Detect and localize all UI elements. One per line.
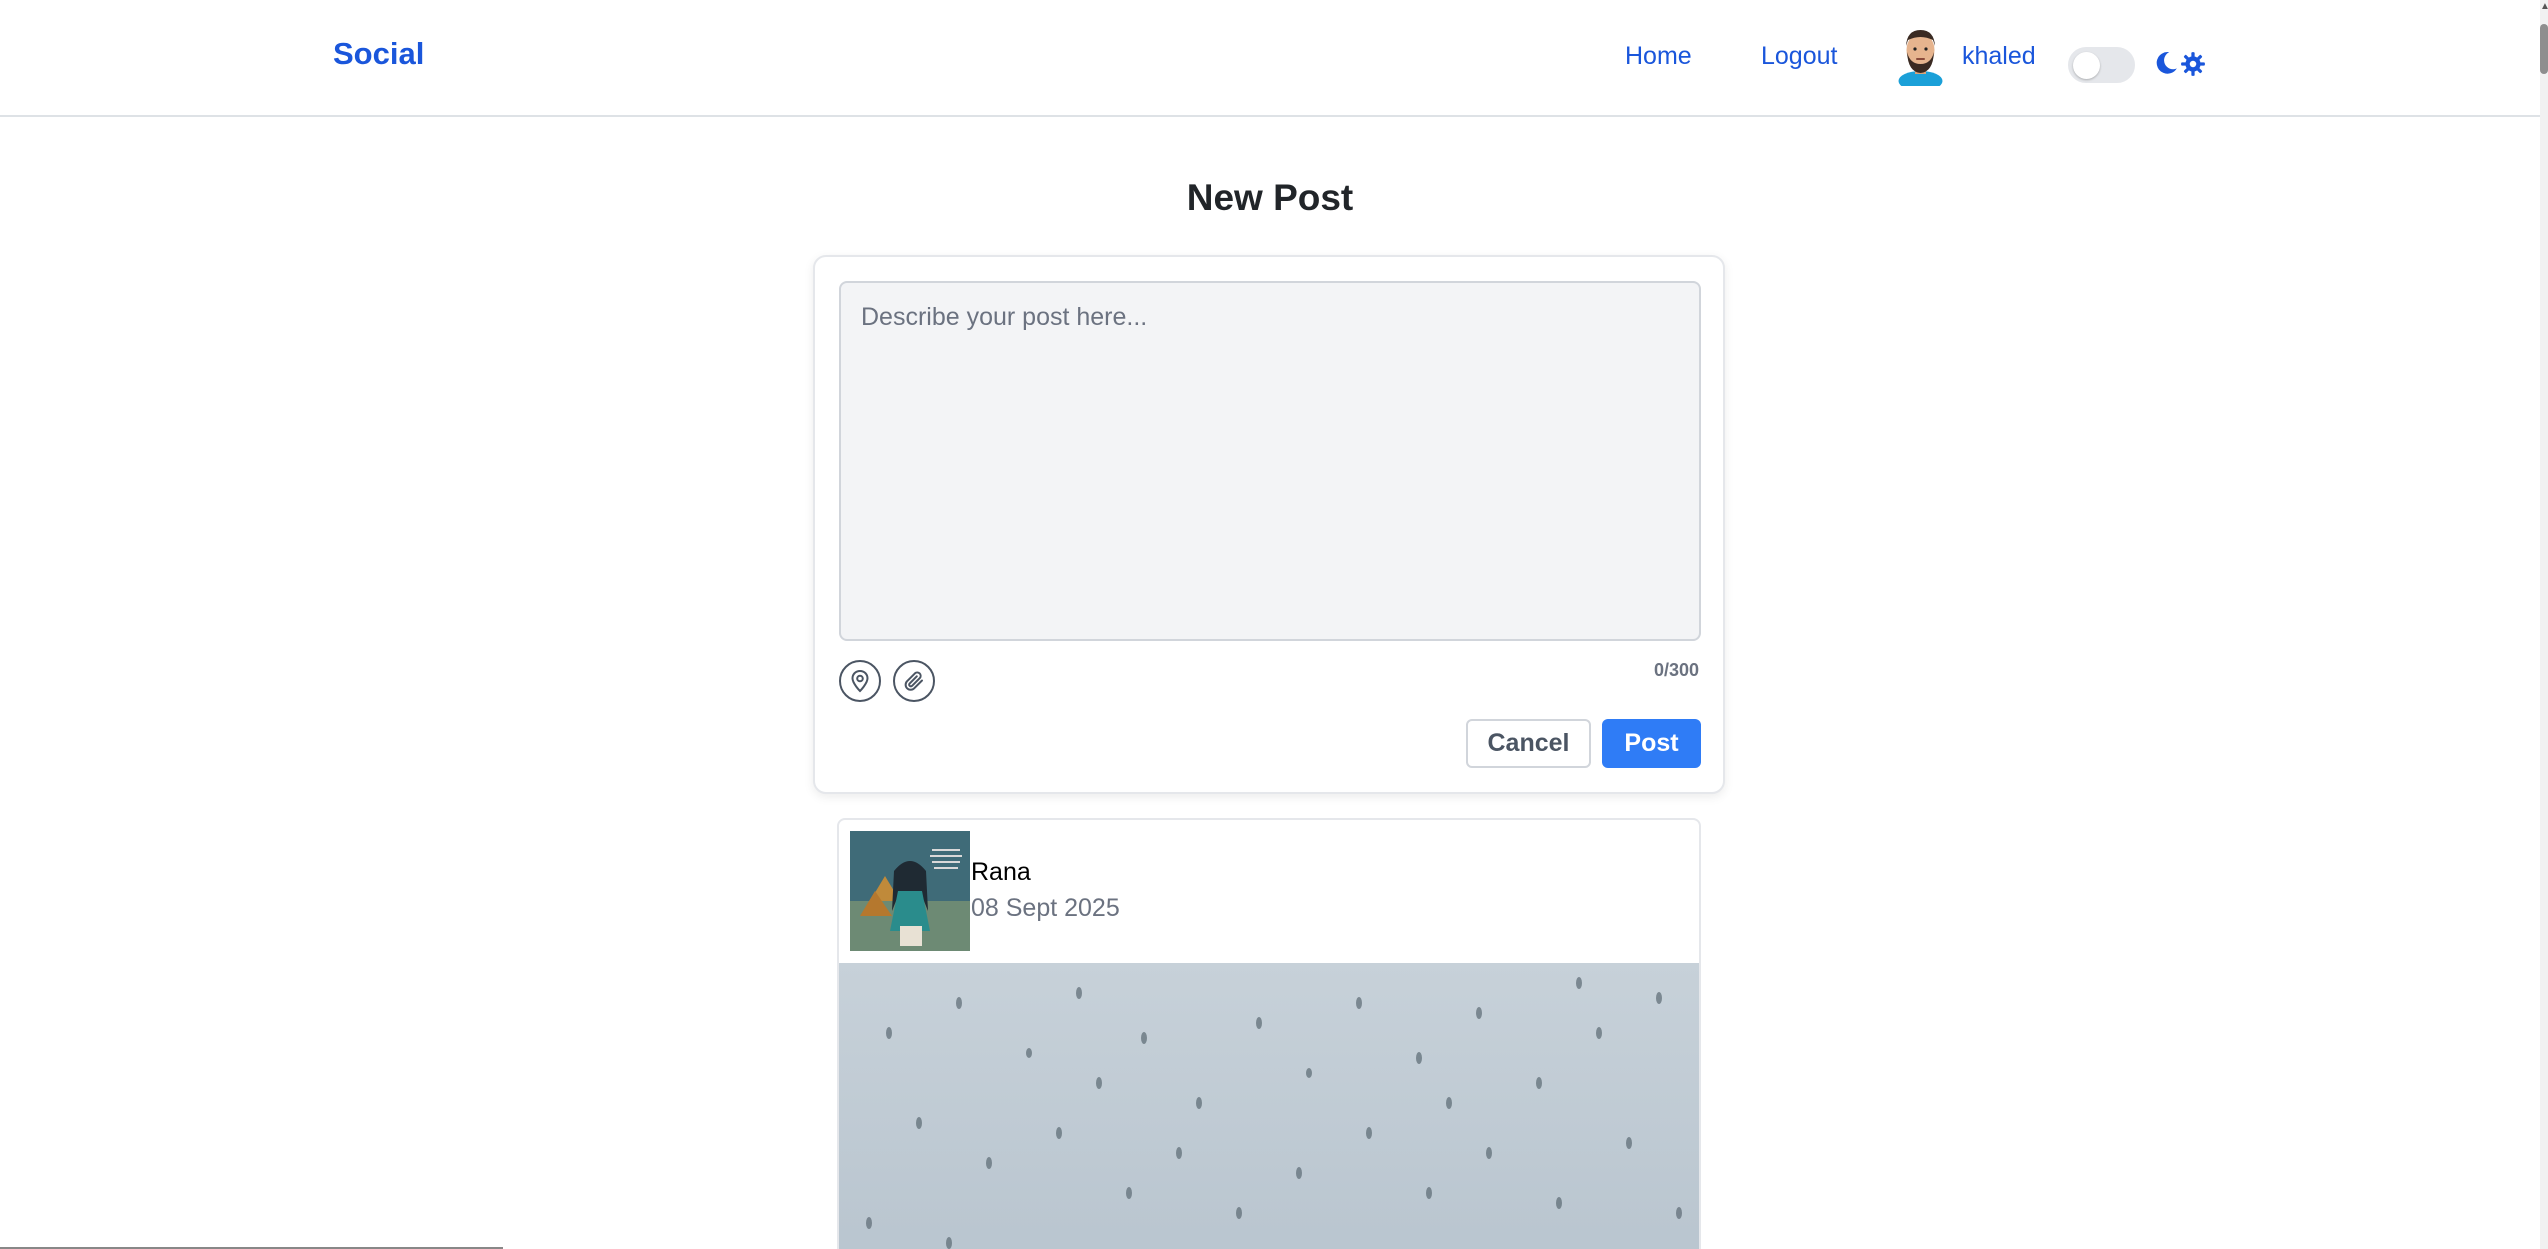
paperclip-icon — [904, 671, 923, 691]
nav-home-link[interactable]: Home — [1625, 42, 1692, 71]
attach-file-button[interactable] — [893, 660, 935, 702]
theme-toggle-knob — [2073, 52, 2100, 79]
feed-post: Rana 08 Sept 2025 — [837, 818, 1701, 1249]
post-description-input[interactable] — [839, 281, 1701, 641]
scroll-up-arrow-icon[interactable]: ▲ — [2540, 0, 2548, 14]
user-avatar[interactable] — [1893, 26, 1948, 86]
brand-logo-link[interactable]: Social — [333, 36, 424, 72]
page-title: New Post — [1186, 177, 1354, 218]
post-author-name[interactable]: Rana — [971, 858, 1031, 887]
location-pin-icon — [851, 669, 869, 693]
page-scrollbar[interactable]: ▲ — [2540, 0, 2548, 1249]
scrollbar-thumb[interactable] — [2540, 24, 2548, 74]
post-button[interactable]: Post — [1602, 719, 1701, 768]
nav-logout-link[interactable]: Logout — [1761, 42, 1837, 71]
add-location-button[interactable] — [839, 660, 881, 702]
user-name[interactable]: khaled — [1962, 42, 2036, 71]
character-count: 0/300 — [1653, 660, 1699, 680]
new-post-card: 0/300 Cancel Post — [813, 255, 1725, 794]
page: Social Home Logout khaled New Post Descr… — [0, 0, 2548, 1249]
cancel-button[interactable]: Cancel — [1466, 719, 1591, 768]
post-author-avatar[interactable] — [850, 831, 970, 951]
moon-icon — [2156, 52, 2177, 74]
navbar: Social Home Logout khaled — [0, 0, 2540, 117]
post-date: 08 Sept 2025 — [971, 894, 1120, 922]
post-image[interactable] — [839, 963, 1701, 1249]
theme-toggle[interactable] — [2068, 47, 2135, 83]
gear-icon — [2181, 52, 2205, 76]
